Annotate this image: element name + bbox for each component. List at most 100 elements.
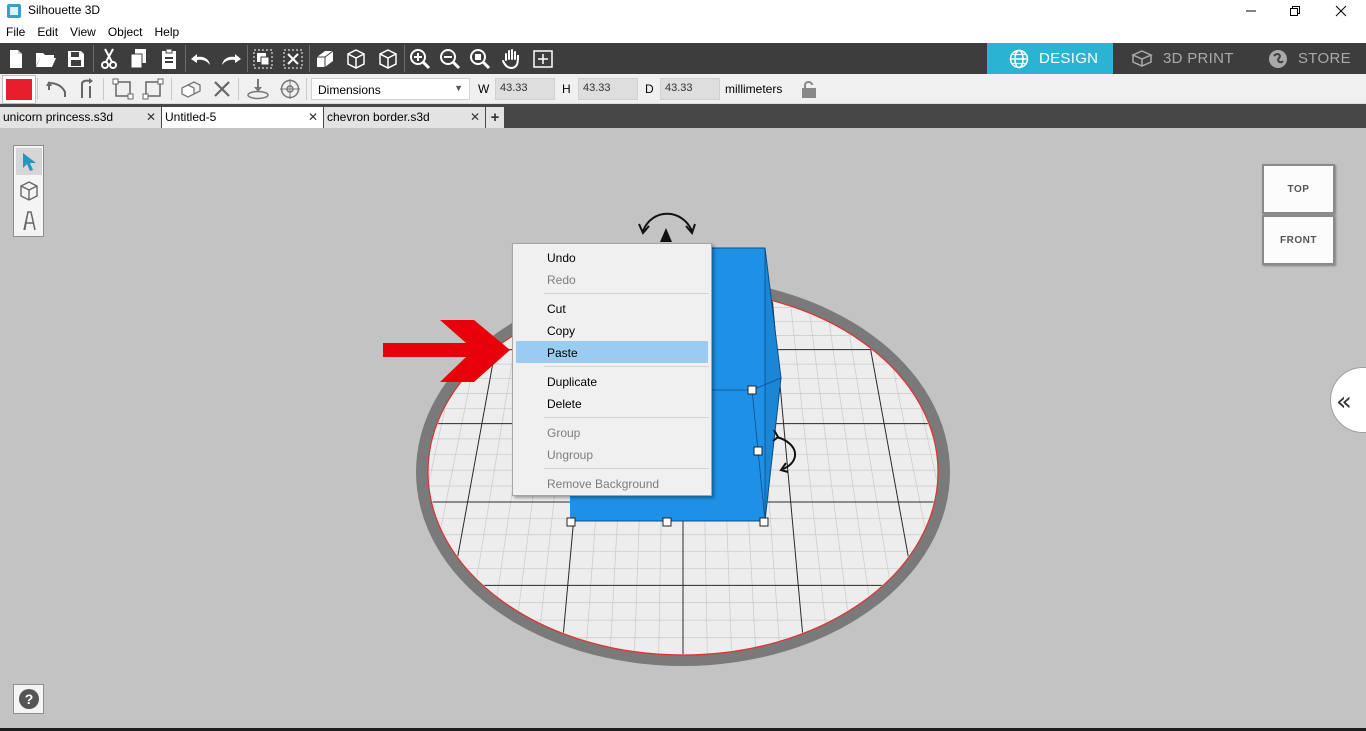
mode-tab-design[interactable]: DESIGN — [987, 43, 1113, 74]
view-cube-top[interactable]: TOP — [1262, 164, 1335, 214]
box-outline-button[interactable] — [374, 45, 402, 73]
width-field[interactable]: 43.33 — [495, 78, 555, 100]
close-window-button[interactable] — [1318, 0, 1364, 22]
minimize-button[interactable] — [1228, 0, 1274, 22]
close-icon[interactable]: ✕ — [146, 110, 156, 124]
rotate-button[interactable] — [44, 77, 68, 101]
height-field[interactable]: 43.33 — [578, 78, 638, 100]
tool-palette — [13, 145, 44, 237]
tab-untitled-5[interactable]: Untitled-5 ✕ — [162, 107, 323, 128]
undo-button[interactable] — [187, 45, 215, 73]
mode-tab-label: STORE — [1298, 50, 1351, 67]
dimensions-dropdown[interactable]: Dimensions ▼ — [311, 78, 470, 100]
context-copy[interactable]: Copy — [516, 319, 708, 341]
paste-button[interactable] — [155, 45, 183, 73]
open-folder-icon — [36, 53, 56, 67]
zoom-in-button[interactable] — [406, 45, 434, 73]
select-arrow-icon — [23, 152, 36, 171]
open-button[interactable] — [32, 45, 60, 73]
cube-icon — [20, 180, 38, 201]
new-file-icon — [10, 50, 22, 68]
new-file-button[interactable] — [2, 45, 30, 73]
align-button[interactable] — [111, 77, 135, 101]
zoom-out-icon — [440, 49, 461, 70]
cut-icon — [101, 48, 117, 69]
ungroup-button[interactable] — [279, 45, 307, 73]
silhouette-app-icon — [7, 4, 21, 18]
rotate-handle-top[interactable] — [638, 212, 696, 235]
redo-button[interactable] — [217, 45, 245, 73]
menu-divider — [544, 417, 709, 418]
zoom-out-button[interactable] — [436, 45, 464, 73]
height-label: H — [562, 82, 571, 96]
center-button[interactable] — [278, 77, 302, 101]
help-icon: ? — [18, 689, 39, 709]
drop-to-bed-button[interactable] — [246, 77, 270, 101]
context-remove-background[interactable]: Remove Background — [516, 472, 708, 494]
extrude-button[interactable] — [311, 45, 339, 73]
select-tool[interactable] — [16, 148, 42, 175]
close-icon[interactable]: ✕ — [308, 110, 318, 124]
flip-button[interactable] — [74, 77, 98, 101]
mode-tab-label: DESIGN — [1039, 50, 1099, 67]
width-label: W — [478, 82, 490, 96]
unit-label: millimeters — [725, 82, 783, 96]
save-button[interactable] — [62, 45, 90, 73]
toolbar-divider — [93, 45, 94, 72]
distribute-icon — [142, 78, 164, 100]
help-button[interactable]: ? — [13, 684, 44, 714]
mode-tab-3d-print[interactable]: 3D PRINT — [1113, 43, 1244, 74]
close-icon[interactable]: ✕ — [470, 110, 480, 124]
color-swatch[interactable] — [2, 75, 36, 104]
delete-button[interactable] — [210, 77, 234, 101]
context-undo[interactable]: Undo — [516, 246, 708, 268]
lock-proportions-button[interactable] — [797, 77, 821, 101]
restore-button[interactable] — [1272, 0, 1318, 22]
menu-file[interactable]: File — [0, 22, 31, 43]
add-tab-button[interactable]: + — [486, 107, 504, 128]
box-icon — [347, 49, 365, 69]
menu-object[interactable]: Object — [102, 22, 149, 43]
text-tool[interactable] — [16, 207, 42, 234]
fit-view-button[interactable] — [529, 45, 557, 73]
toolbar-divider — [185, 45, 186, 72]
store-icon — [1269, 49, 1287, 68]
shape-tool[interactable] — [16, 177, 42, 204]
context-delete[interactable]: Delete — [516, 392, 708, 414]
redo-icon — [222, 54, 241, 65]
box-outline-icon — [379, 49, 397, 69]
distribute-button[interactable] — [141, 77, 165, 101]
context-group[interactable]: Group — [516, 421, 708, 443]
context-paste[interactable]: Paste — [516, 341, 708, 363]
document-tab-bar: unicorn princess.s3d ✕ Untitled-5 ✕ chev… — [0, 104, 1366, 128]
box-view-button[interactable] — [342, 45, 370, 73]
toolbar-divider — [103, 78, 104, 100]
menu-bar: File Edit View Object Help — [0, 22, 1366, 43]
view-cube-front[interactable]: FRONT — [1262, 215, 1335, 265]
context-ungroup[interactable]: Ungroup — [516, 443, 708, 465]
duplicate-button[interactable] — [179, 77, 203, 101]
tab-chevron-border[interactable]: chevron border.s3d ✕ — [324, 107, 485, 128]
toolbar-divider — [171, 78, 172, 100]
toolbar-divider — [306, 78, 307, 100]
mode-tab-store[interactable]: STORE — [1244, 43, 1366, 74]
context-redo[interactable]: Redo — [516, 268, 708, 290]
context-cut[interactable]: Cut — [516, 297, 708, 319]
copy-button[interactable] — [125, 45, 153, 73]
toolbar-divider — [37, 78, 38, 100]
depth-field[interactable]: 43.33 — [660, 78, 720, 100]
menu-edit[interactable]: Edit — [31, 22, 64, 43]
zoom-fit-button[interactable] — [466, 45, 494, 73]
menu-divider — [544, 293, 709, 294]
chevron-down-icon: ▼ — [454, 83, 463, 93]
cut-button[interactable] — [95, 45, 123, 73]
grid-major-line — [946, 280, 1051, 665]
tab-unicorn-princess[interactable]: unicorn princess.s3d ✕ — [0, 107, 161, 128]
menu-divider — [544, 468, 709, 469]
pan-button[interactable] — [498, 45, 526, 73]
menu-help[interactable]: Help — [149, 22, 186, 43]
lock-icon — [802, 81, 816, 98]
context-duplicate[interactable]: Duplicate — [516, 370, 708, 392]
menu-view[interactable]: View — [64, 22, 102, 43]
group-button[interactable] — [249, 45, 277, 73]
